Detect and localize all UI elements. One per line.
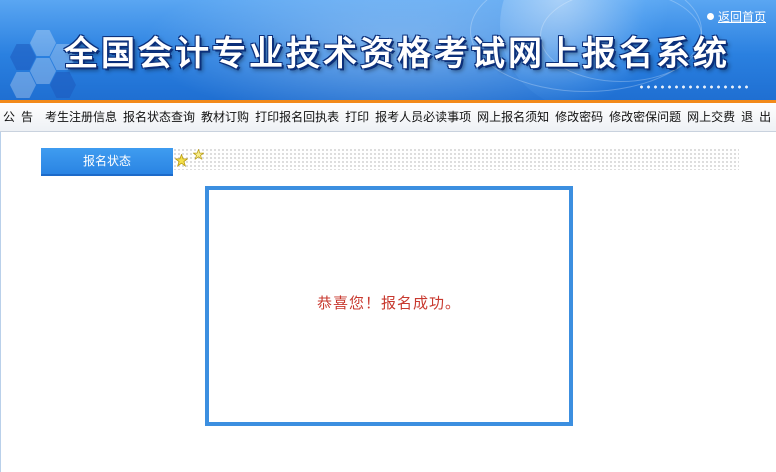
nav-item-notice[interactable]: 公告	[0, 103, 42, 131]
star-icon	[193, 149, 204, 160]
nav-item-change-password[interactable]: 修改密码	[552, 103, 606, 131]
star-icon	[175, 154, 188, 167]
dotted-decoration	[638, 84, 748, 90]
nav-item-change-security-question[interactable]: 修改密保问题	[606, 103, 684, 131]
nav-item-online-payment[interactable]: 网上交费	[684, 103, 738, 131]
back-home-label: 返回首页	[717, 10, 766, 24]
nav-item-textbook-order[interactable]: 教材订购	[198, 103, 252, 131]
hexagon-decoration	[30, 58, 56, 84]
success-message: 恭喜您！报名成功。	[316, 294, 461, 312]
nav-item-instructions[interactable]: 网上报名须知	[474, 103, 552, 131]
nav-item-status-query[interactable]: 报名状态查询	[120, 103, 198, 131]
nav-item-required-reading[interactable]: 报考人员必读事项	[372, 103, 474, 131]
nav-item-print-receipt[interactable]: 打印报名回执表	[252, 103, 342, 131]
bullet-icon	[706, 13, 714, 20]
section-tab-row: 报名状态	[41, 148, 739, 176]
header-banner: 全国会计专业技术资格考试网上报名系统 返回首页	[0, 0, 776, 100]
nav-item-logout[interactable]: 退出	[738, 103, 776, 131]
hexagon-decoration	[50, 72, 76, 98]
hexagon-decoration	[10, 72, 36, 98]
nav-item-registration-info[interactable]: 考生注册信息	[42, 103, 120, 131]
hexagon-decoration	[10, 44, 36, 70]
tab-registration-status[interactable]: 报名状态	[41, 148, 173, 176]
nav-item-print[interactable]: 打印	[342, 103, 372, 131]
hexagon-decoration	[30, 30, 56, 56]
system-title: 全国会计专业技术资格考试网上报名系统	[64, 34, 730, 74]
main-nav: 公告 考生注册信息 报名状态查询 教材订购 打印报名回执表 打印 报考人员必读事…	[0, 103, 776, 132]
back-home-link[interactable]: 返回首页	[706, 8, 766, 25]
success-message-box: 恭喜您！报名成功。	[205, 186, 573, 426]
left-border-line	[0, 132, 1, 472]
